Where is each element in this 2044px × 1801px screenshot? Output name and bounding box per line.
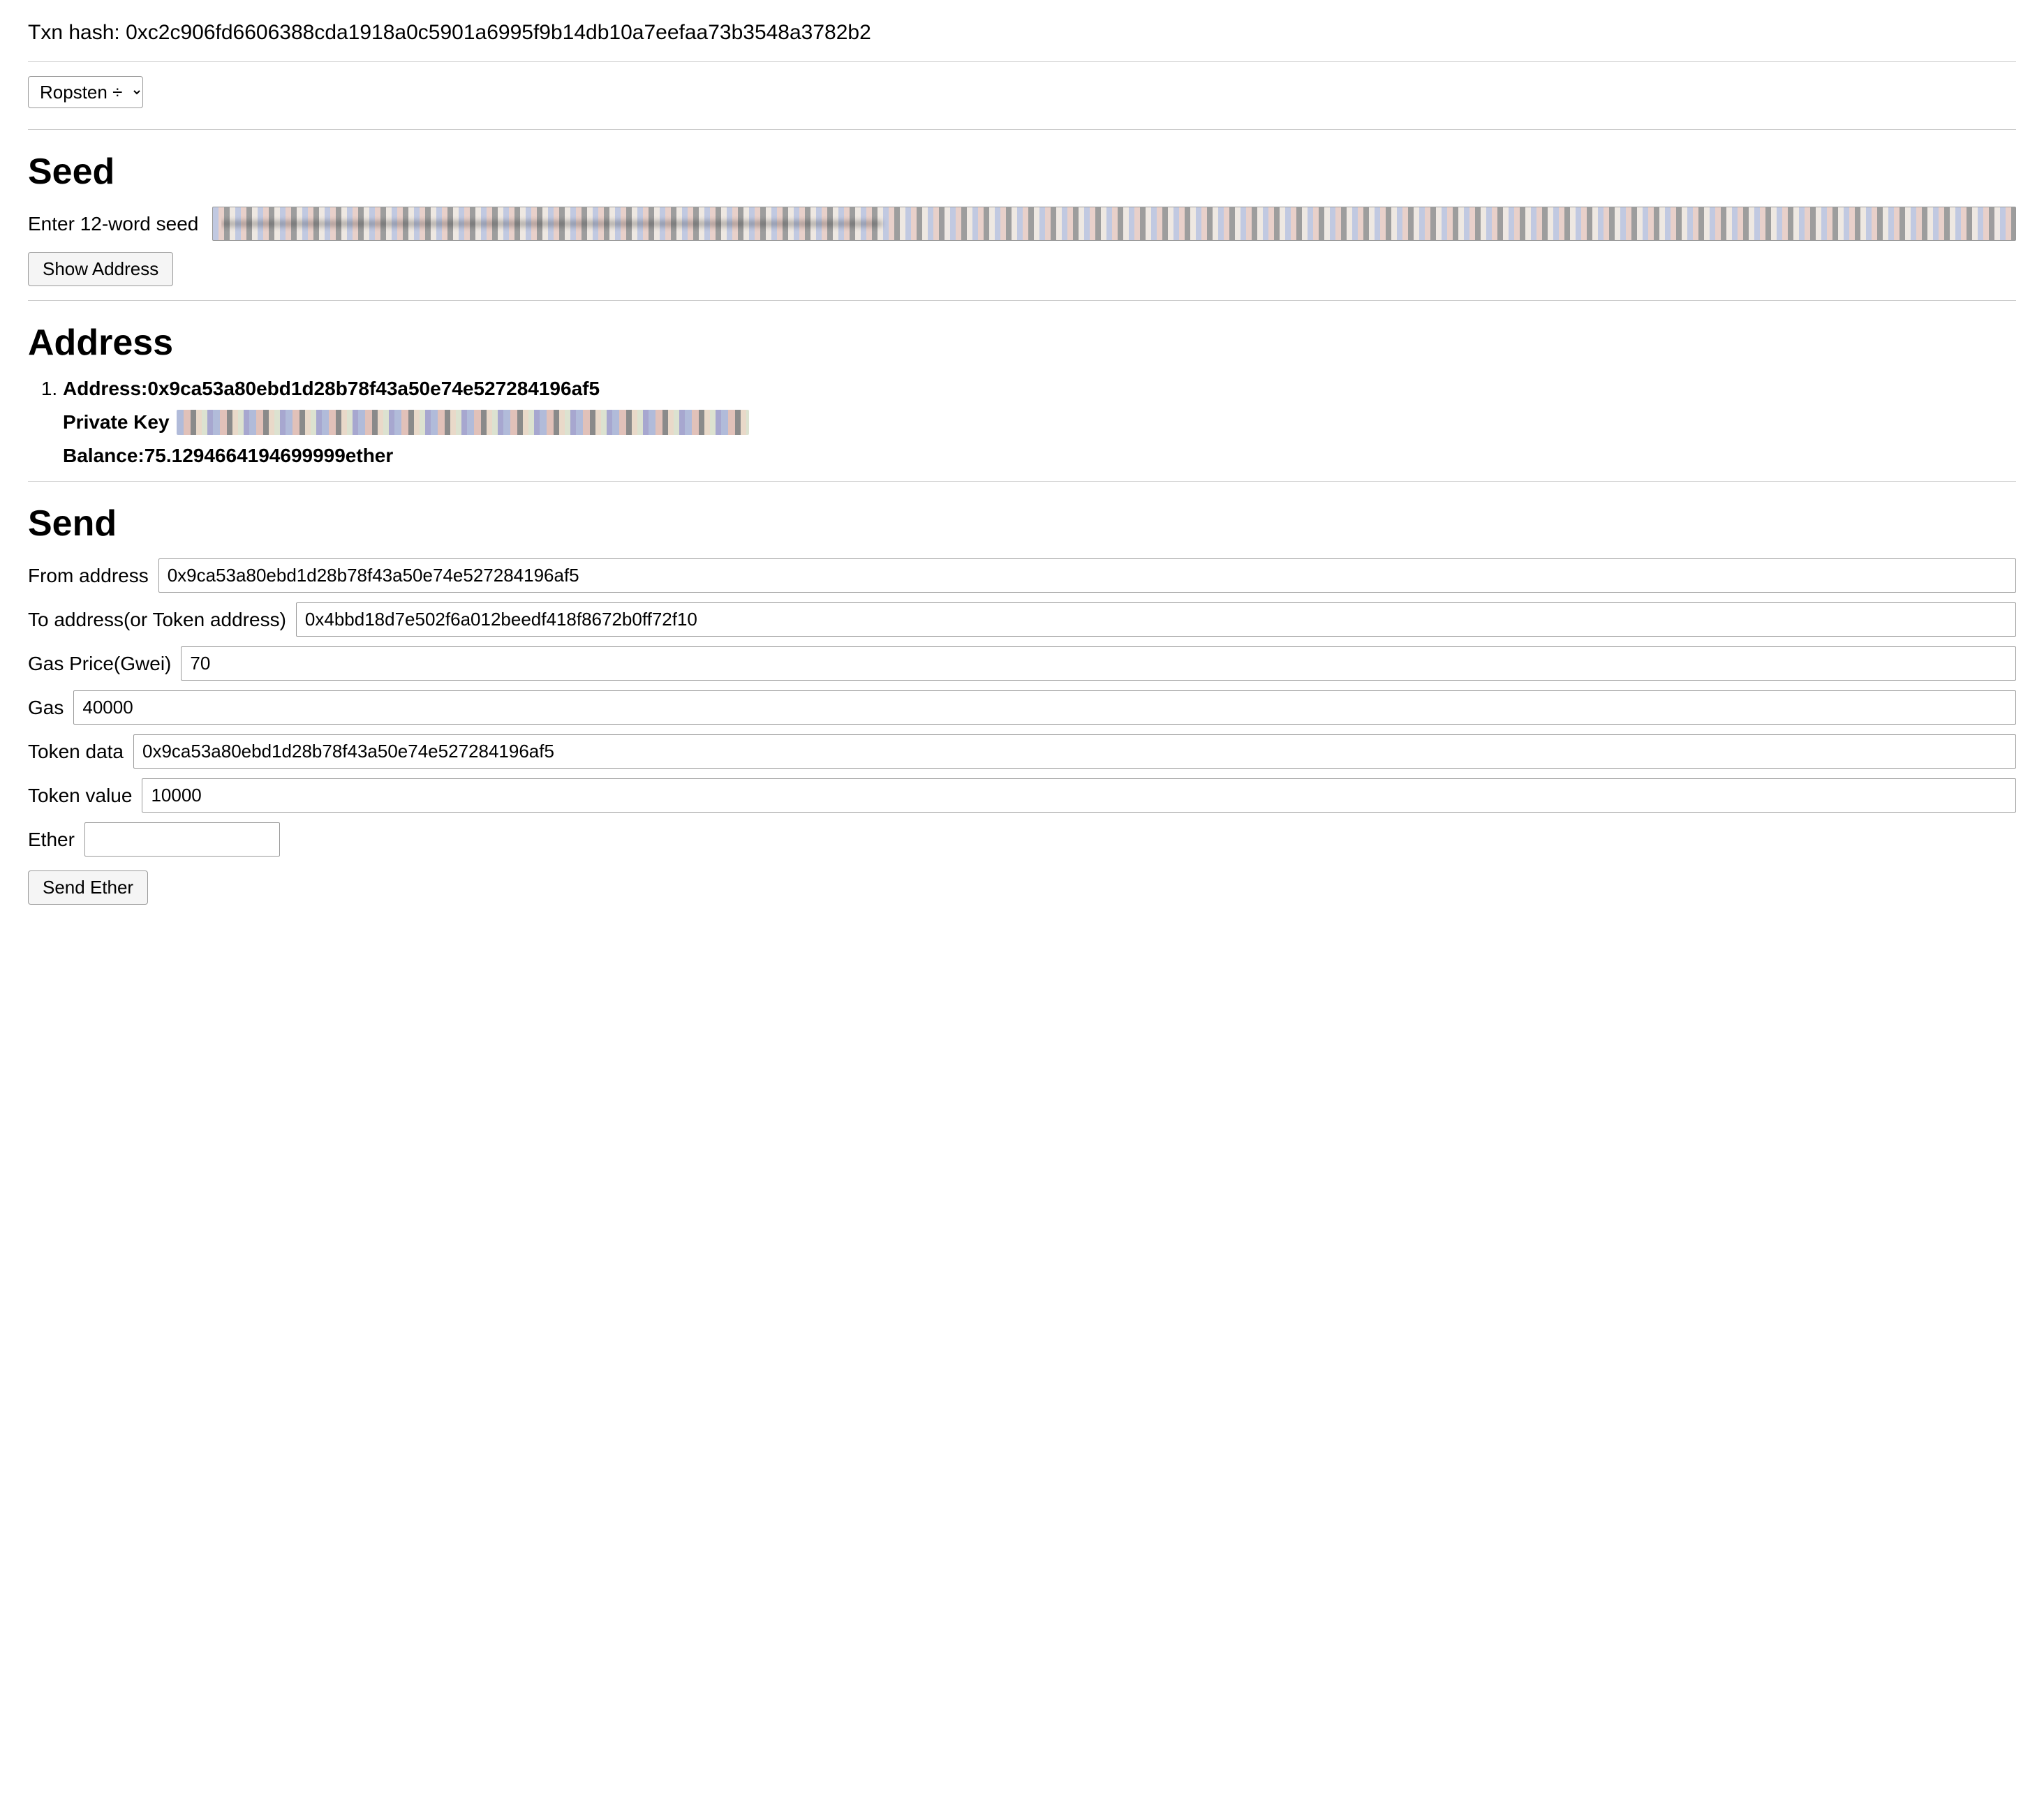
token-data-label: Token data	[28, 741, 124, 763]
ether-input[interactable]	[84, 822, 280, 857]
address-line: Address:0x9ca53a80ebd1d28b78f43a50e74e52…	[63, 378, 2016, 400]
gas-price-label: Gas Price(Gwei)	[28, 653, 171, 675]
txn-hash: Txn hash: 0xc2c906fd6606388cda1918a0c590…	[28, 21, 2016, 45]
seed-input[interactable]	[212, 207, 2016, 241]
gas-row: Gas	[28, 690, 2016, 725]
send-section-title: Send	[28, 503, 2016, 544]
address-field-label: Address:	[63, 378, 147, 399]
txn-hash-value: 0xc2c906fd6606388cda1918a0c5901a6995f9b1…	[126, 21, 871, 44]
token-value-label: Token value	[28, 785, 132, 807]
from-address-input[interactable]	[158, 558, 2016, 593]
seed-row: Enter 12-word seed	[28, 207, 2016, 241]
to-address-input[interactable]	[296, 602, 2016, 637]
balance-line: Balance:75.1294664194699999ether	[63, 445, 2016, 467]
address-section-title: Address	[28, 322, 2016, 364]
divider-address	[28, 481, 2016, 482]
private-key-masked	[177, 410, 749, 435]
token-value-input[interactable]	[142, 778, 2016, 813]
address-list: Address:0x9ca53a80ebd1d28b78f43a50e74e52…	[28, 378, 2016, 467]
ether-label: Ether	[28, 829, 75, 851]
balance-value: 75.1294664194699999ether	[145, 445, 394, 466]
seed-label: Enter 12-word seed	[28, 213, 198, 235]
token-data-input[interactable]	[133, 734, 2016, 769]
divider-seed	[28, 300, 2016, 301]
from-address-label: From address	[28, 565, 149, 587]
show-address-button[interactable]: Show Address	[28, 252, 173, 286]
send-section: Send From address To address(or Token ad…	[28, 503, 2016, 905]
from-address-row: From address	[28, 558, 2016, 593]
token-value-row: Token value	[28, 778, 2016, 813]
divider-network	[28, 129, 2016, 130]
send-ether-button[interactable]: Send Ether	[28, 870, 148, 905]
address-item: Address:0x9ca53a80ebd1d28b78f43a50e74e52…	[63, 378, 2016, 467]
gas-price-input[interactable]	[181, 646, 2016, 681]
gas-label: Gas	[28, 697, 64, 719]
address-section: Address Address:0x9ca53a80ebd1d28b78f43a…	[28, 322, 2016, 467]
gas-input[interactable]	[73, 690, 2016, 725]
to-address-label: To address(or Token address)	[28, 609, 286, 631]
network-select[interactable]: Ropsten ÷	[28, 76, 143, 108]
ether-row: Ether	[28, 822, 2016, 857]
seed-section-title: Seed	[28, 151, 2016, 193]
address-field-value: 0x9ca53a80ebd1d28b78f43a50e74e527284196a…	[147, 378, 600, 399]
to-address-row: To address(or Token address)	[28, 602, 2016, 637]
divider-top	[28, 61, 2016, 62]
balance-label: Balance:	[63, 445, 145, 466]
token-data-row: Token data	[28, 734, 2016, 769]
txn-hash-label: Txn hash:	[28, 21, 120, 44]
private-key-line: Private Key	[63, 410, 2016, 435]
gas-price-row: Gas Price(Gwei)	[28, 646, 2016, 681]
private-key-label: Private Key	[63, 411, 170, 433]
